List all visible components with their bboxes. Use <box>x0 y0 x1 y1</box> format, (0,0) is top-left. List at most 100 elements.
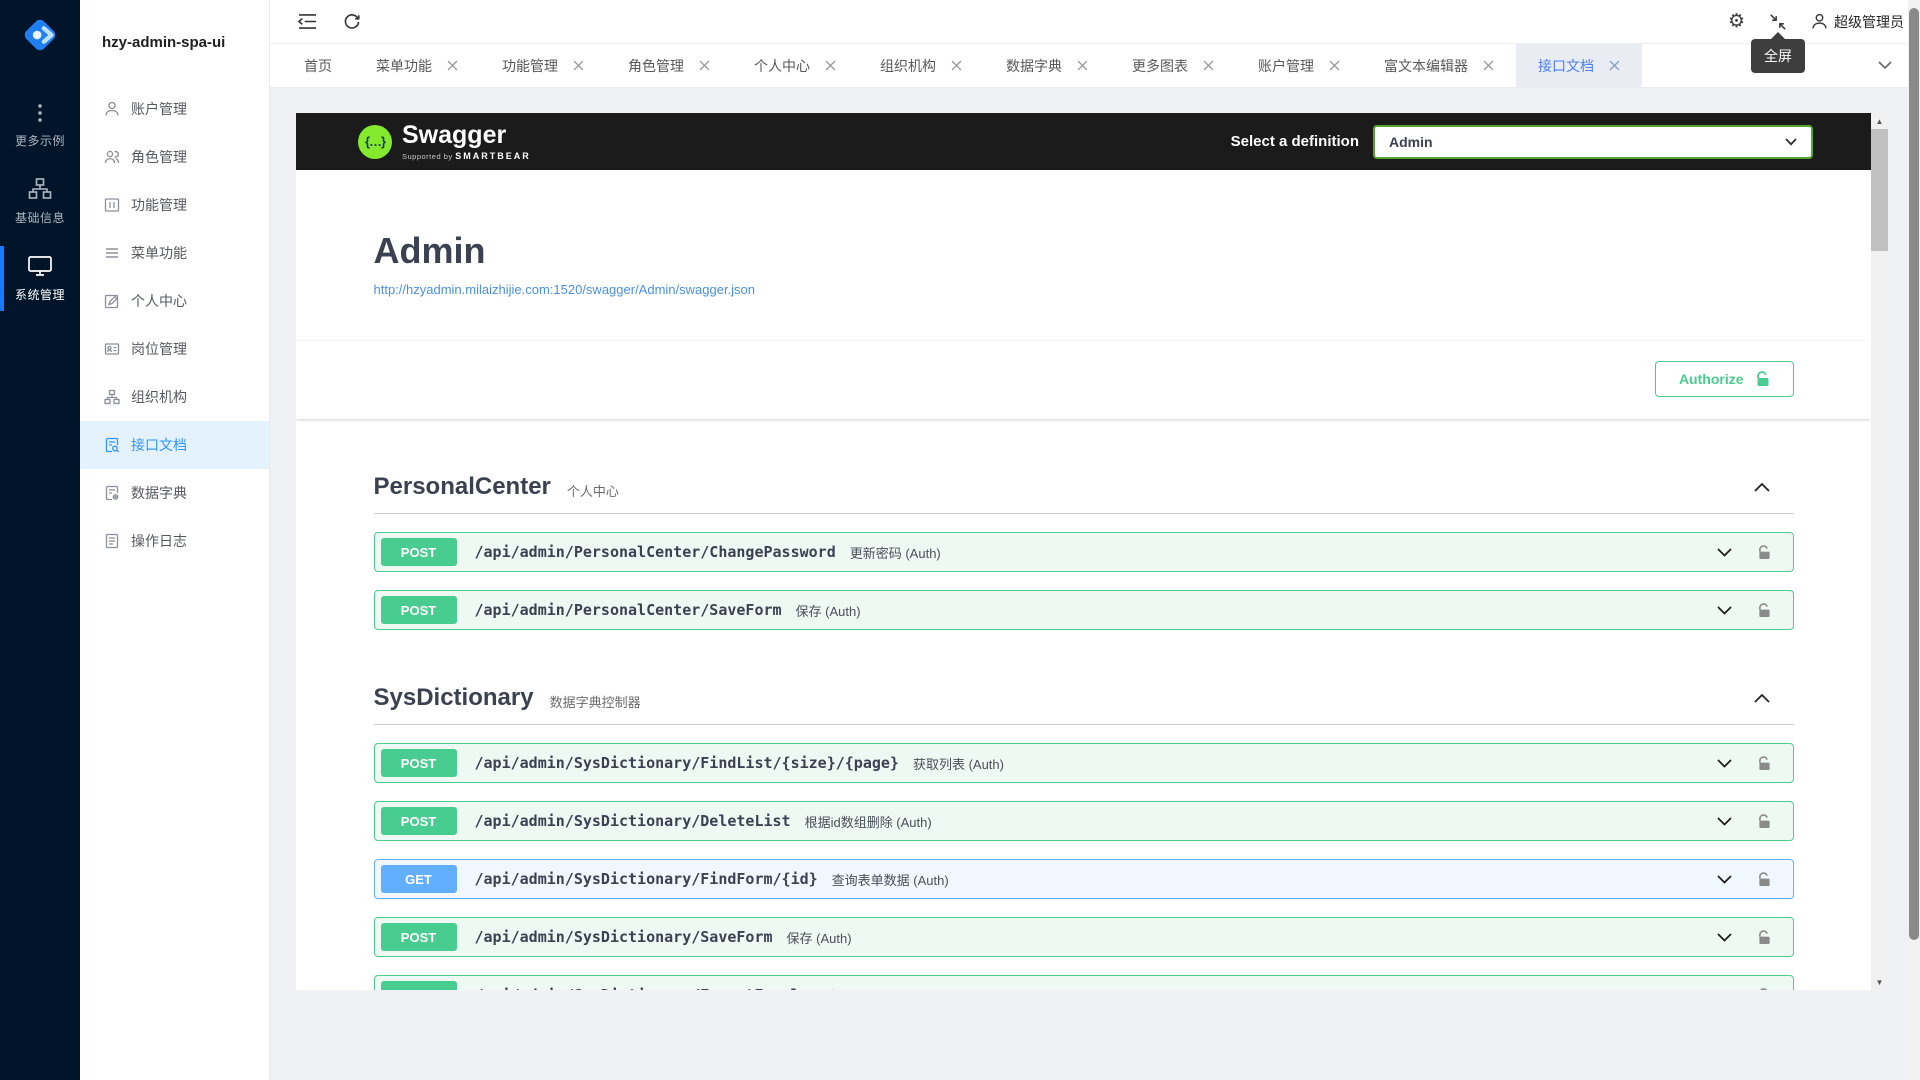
chevron-down-icon[interactable] <box>1717 606 1732 615</box>
tab-api-docs[interactable]: 接口文档 <box>1516 44 1642 87</box>
sidebar-item-accounts[interactable]: 账户管理 <box>80 85 269 133</box>
tag-header[interactable]: PersonalCenter 个人中心 <box>374 473 1794 514</box>
chevron-down-icon[interactable] <box>1717 875 1732 884</box>
collapse-sidebar-icon[interactable] <box>298 13 317 30</box>
tab-close-icon[interactable] <box>1077 60 1088 71</box>
sidebar-item-personal-center[interactable]: 个人中心 <box>80 277 269 325</box>
spec-url-link[interactable]: http://hzyadmin.milaizhijie.com:1520/swa… <box>374 282 756 297</box>
tab-close-icon[interactable] <box>699 60 710 71</box>
unlock-icon <box>1756 371 1770 387</box>
sidebar-item-operation-logs[interactable]: 操作日志 <box>80 517 269 565</box>
content-area: {…} Swagger Supported by SMARTBEAR Selec… <box>270 88 1920 1080</box>
tab-more-charts[interactable]: 更多图表 <box>1110 44 1236 87</box>
rail-group-label: 更多示例 <box>15 132 65 149</box>
tab-label: 菜单功能 <box>376 56 432 76</box>
user-menu[interactable]: 超级管理员 <box>1811 12 1904 32</box>
definition-select[interactable]: Admin <box>1373 125 1813 159</box>
sidebar-item-positions[interactable]: 岗位管理 <box>80 325 269 373</box>
lock-icon[interactable] <box>1758 988 1771 991</box>
endpoint-row[interactable]: POST /api/admin/SysDictionary/SaveForm 保… <box>374 917 1794 957</box>
sidebar-item-organization[interactable]: 组织机构 <box>80 373 269 421</box>
window-scrollbar[interactable] <box>1908 0 1920 1080</box>
endpoint-summary: 更新密码 (Auth) <box>850 543 941 562</box>
sidebar-item-menus[interactable]: 菜单功能 <box>80 229 269 277</box>
tab-close-icon[interactable] <box>825 60 836 71</box>
tab-close-icon[interactable] <box>1609 60 1620 71</box>
chevron-up-icon[interactable] <box>1754 482 1794 492</box>
tab-close-icon[interactable] <box>1483 60 1494 71</box>
sidebar-item-dictionary[interactable]: 数据字典 <box>80 469 269 517</box>
iframe-scrollbar[interactable]: ▲ ▼ <box>1871 113 1888 990</box>
endpoint-row[interactable]: POST /api/admin/PersonalCenter/SaveForm … <box>374 590 1794 630</box>
lock-icon[interactable] <box>1758 545 1771 560</box>
sidebar-item-label: 账户管理 <box>131 99 187 119</box>
lock-icon[interactable] <box>1758 930 1771 945</box>
tag-description: 数据字典控制器 <box>550 692 641 711</box>
rail-group-label: 基础信息 <box>15 209 65 226</box>
chevron-down-icon[interactable] <box>1717 933 1732 942</box>
chevron-down-icon[interactable] <box>1717 759 1732 768</box>
org-icon <box>104 389 120 405</box>
user-avatar-icon <box>1811 13 1828 30</box>
endpoint-summary: 根据id数组删除 (Auth) <box>805 812 932 831</box>
main-area: ⚙ 全屏 超级管理员 首页 <box>270 0 1920 1080</box>
fullscreen-toggle-icon[interactable]: 全屏 <box>1769 13 1787 31</box>
window-scrollbar-thumb[interactable] <box>1909 8 1919 940</box>
endpoint-row[interactable]: POST /api/admin/SysDictionary/DeleteList… <box>374 801 1794 841</box>
swagger-tagline: Supported by SMARTBEAR <box>402 151 531 161</box>
refresh-icon[interactable] <box>343 13 361 31</box>
tab-close-icon[interactable] <box>573 60 584 71</box>
tab-dictionary[interactable]: 数据字典 <box>984 44 1110 87</box>
page-tabbar: 首页 菜单功能 功能管理 角色管理 个人中心 组织机构 <box>270 44 1920 88</box>
lock-icon[interactable] <box>1758 814 1771 829</box>
rail-group-basic-info[interactable]: 基础信息 <box>0 163 80 240</box>
scroll-down-arrow-icon[interactable]: ▼ <box>1871 974 1888 990</box>
tab-label: 组织机构 <box>880 56 936 76</box>
lock-icon[interactable] <box>1758 603 1771 618</box>
doc-dict-icon <box>104 485 120 501</box>
sidebar-item-label: 数据字典 <box>131 483 187 503</box>
tab-account-mgmt[interactable]: 账户管理 <box>1236 44 1362 87</box>
app-logo[interactable] <box>17 12 63 58</box>
iframe-scrollbar-thumb[interactable] <box>1871 129 1888 251</box>
endpoint-path: /api/admin/PersonalCenter/ChangePassword <box>475 543 836 561</box>
sidebar-item-api-docs[interactable]: 接口文档 <box>80 421 269 469</box>
tab-personal-center[interactable]: 个人中心 <box>732 44 858 87</box>
method-badge: POST <box>381 596 457 624</box>
method-badge: POST <box>381 981 457 990</box>
tab-close-icon[interactable] <box>1329 60 1340 71</box>
menu-lines-icon <box>104 245 120 261</box>
endpoint-row[interactable]: POST /api/admin/SysDictionary/ExportExce… <box>374 975 1794 990</box>
tab-close-icon[interactable] <box>447 60 458 71</box>
rail-group-system-mgmt[interactable]: 系统管理 <box>0 240 80 317</box>
endpoint-row[interactable]: POST /api/admin/PersonalCenter/ChangePas… <box>374 532 1794 572</box>
lock-icon[interactable] <box>1758 756 1771 771</box>
chevron-down-icon[interactable] <box>1717 817 1732 826</box>
chevron-up-icon[interactable] <box>1754 693 1794 703</box>
tab-home[interactable]: 首页 <box>282 44 354 87</box>
endpoint-path: /api/admin/PersonalCenter/SaveForm <box>475 601 782 619</box>
endpoint-path: /api/admin/SysDictionary/ExportExcel <box>475 986 800 990</box>
tab-close-icon[interactable] <box>1203 60 1214 71</box>
tab-menu-features[interactable]: 菜单功能 <box>354 44 480 87</box>
tab-label: 个人中心 <box>754 56 810 76</box>
sidebar-menu: 账户管理 角色管理 功能管理 菜单功能 <box>80 85 269 565</box>
settings-gear-icon[interactable]: ⚙ <box>1728 12 1745 31</box>
endpoint-row[interactable]: GET /api/admin/SysDictionary/FindForm/{i… <box>374 859 1794 899</box>
tag-name: SysDictionary <box>374 684 534 712</box>
tab-label: 富文本编辑器 <box>1384 56 1468 76</box>
rail-group-more-examples[interactable]: 更多示例 <box>0 88 80 163</box>
sidebar-item-features[interactable]: 功能管理 <box>80 181 269 229</box>
tab-close-icon[interactable] <box>951 60 962 71</box>
tab-role-mgmt[interactable]: 角色管理 <box>606 44 732 87</box>
lock-icon[interactable] <box>1758 872 1771 887</box>
chevron-down-icon[interactable] <box>1717 548 1732 557</box>
tag-header[interactable]: SysDictionary 数据字典控制器 <box>374 684 1794 725</box>
scroll-up-arrow-icon[interactable]: ▲ <box>1871 113 1888 129</box>
sidebar-item-roles[interactable]: 角色管理 <box>80 133 269 181</box>
tab-organization[interactable]: 组织机构 <box>858 44 984 87</box>
tab-rich-text-editor[interactable]: 富文本编辑器 <box>1362 44 1516 87</box>
endpoint-row[interactable]: POST /api/admin/SysDictionary/FindList/{… <box>374 743 1794 783</box>
tab-feature-mgmt[interactable]: 功能管理 <box>480 44 606 87</box>
authorize-button[interactable]: Authorize <box>1655 361 1794 397</box>
